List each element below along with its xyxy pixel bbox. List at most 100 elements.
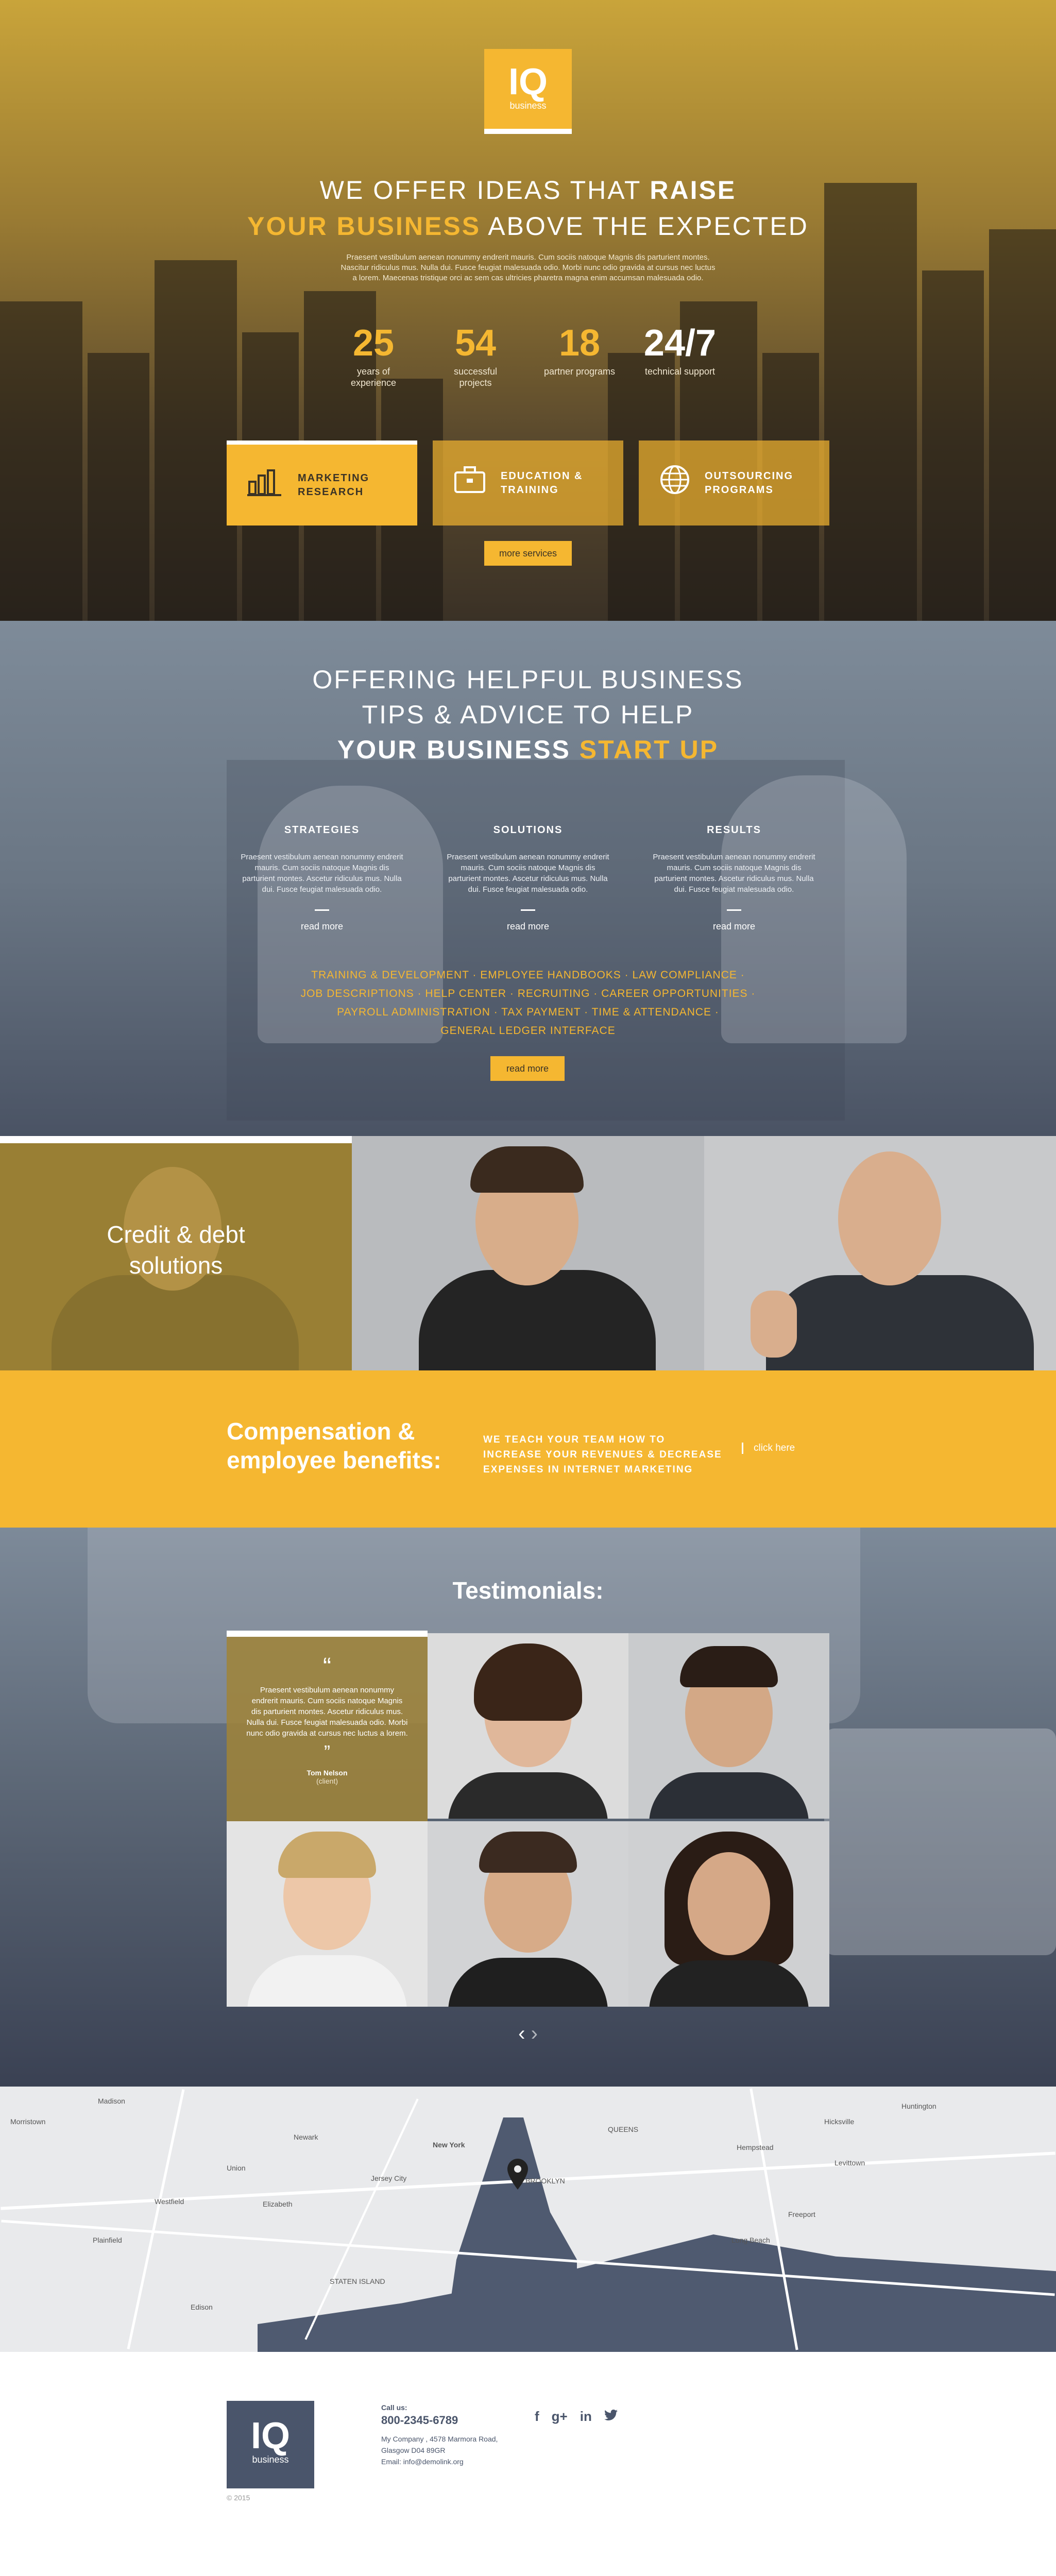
footer-logo[interactable]: IQ business [227,2401,314,2488]
divider [727,909,741,911]
stat-support: 24/7 technical support [643,323,717,377]
people-strip: Credit & debt solutions [0,1136,1056,1370]
read-more-link[interactable]: read more [240,921,404,932]
logo-mark: IQ [508,61,548,103]
social-links: f g+ in [535,2409,618,2425]
map-label: STATEN ISLAND [330,2277,385,2285]
testimonial-carousel-arrows[interactable]: ‹ › [510,2022,546,2045]
quote-text: Praesent vestibulum aenean nonummy endre… [246,1686,408,1738]
map-label: Plainfield [93,2236,122,2244]
more-services-button[interactable]: more services [484,541,572,566]
click-here-link[interactable]: click here [742,1443,795,1454]
hero-headline-line2: YOUR BUSINESS ABOVE THE EXPECTED [247,212,809,241]
map-pin-icon[interactable] [507,2159,528,2190]
chevron-left-icon[interactable]: ‹ [518,2022,525,2045]
column-text: Praesent vestibulum aenean nonummy endre… [653,853,815,894]
client-role: (client) [316,1777,338,1785]
column-title: SOLUTIONS [493,824,563,836]
map-label: BROOKLYN [525,2177,565,2185]
column-title: RESULTS [707,824,761,836]
advice-heading-line1: OFFERING HELPFUL BUSINESS [312,665,744,694]
address-line1: My Company , 4578 Marmora Road, [381,2435,498,2443]
map-label: Long Beach [731,2236,770,2244]
column-results: RESULTS Praesent vestibulum aenean nonum… [652,824,816,932]
divider [521,909,535,911]
stat-partners: 18 partner programs [543,323,616,377]
location-map[interactable]: Madison Newark Jersey City New York QUEE… [0,2087,1056,2352]
chevron-right-icon[interactable]: › [531,2022,538,2045]
logo-subtitle: business [509,100,547,111]
testimonial-photo-man-1[interactable] [628,1633,829,1819]
read-more-button[interactable]: read more [490,1056,565,1081]
copyright: © 2015 [227,2494,250,2502]
linkedin-icon[interactable]: in [580,2409,592,2425]
read-more-link[interactable]: read more [652,921,816,932]
map-label: QUEENS [608,2125,639,2133]
map-label: Hempstead [737,2143,774,2151]
map-label: Union [227,2164,246,2172]
service-education-training[interactable]: EDUCATION & TRAINING [433,440,623,526]
credit-title-line1: Credit & debt [107,1221,245,1248]
footer: IQ business © 2015 Call us: 800-2345-678… [0,2352,1056,2576]
service-label: MARKETING RESEARCH [298,472,370,498]
map-label: Huntington [901,2102,936,2110]
testimonial-photo-woman-3[interactable] [628,1821,829,2007]
map-label: Newark [294,2133,318,2141]
google-plus-icon[interactable]: g+ [552,2409,568,2425]
testimonial-photo-woman-1[interactable] [428,1633,628,1819]
service-links-row3[interactable]: PAYROLL ADMINISTRATION · TAX PAYMENT · T… [0,1003,1056,1022]
hero-intro-text: Praesent vestibulum aenean nonummy endre… [340,253,716,282]
map-label: Jersey City [371,2174,407,2182]
map-label: Freeport [788,2210,815,2218]
map-label: Westfield [155,2197,184,2206]
contact-info: Call us: 800-2345-6789 My Company , 4578… [381,2403,498,2467]
compensation-text: WE TEACH YOUR TEAM HOW TO INCREASE YOUR … [483,1434,722,1475]
testimonial-photo-woman-2[interactable] [227,1821,428,2007]
briefcase-icon [453,465,486,501]
service-links-row1[interactable]: TRAINING & DEVELOPMENT · EMPLOYEE HANDBO… [0,966,1056,985]
email-link[interactable]: Email: info@demolink.org [381,2456,498,2467]
service-outsourcing-programs[interactable]: OUTSOURCING PROGRAMS [639,440,829,526]
testimonial-photo-man-2[interactable] [428,1821,628,2007]
facebook-icon[interactable]: f [535,2409,539,2425]
logo-mark: IQ [250,2415,290,2456]
photo-man-smiling [352,1136,704,1370]
column-text: Praesent vestibulum aenean nonummy endre… [447,853,609,894]
map-label: Edison [191,2303,213,2311]
credit-title-line2: solutions [129,1252,223,1279]
map-label: Hicksville [824,2117,855,2126]
stat-projects: 54 successful projects [453,323,498,388]
map-label: Madison [98,2097,125,2105]
client-name: Tom Nelson [306,1769,348,1777]
column-title: STRATEGIES [284,824,360,836]
hero-section: IQ business WE OFFER IDEAS THAT RAISE YO… [0,0,1056,621]
bar-chart-icon [247,467,283,503]
map-label: Morristown [10,2117,46,2126]
service-links-row4[interactable]: GENERAL LEDGER INTERFACE [0,1022,1056,1040]
read-more-link[interactable]: read more [446,921,610,932]
map-label: Levittown [834,2159,865,2167]
photo-man-thumbs-up [704,1136,1056,1370]
column-strategies: STRATEGIES Praesent vestibulum aenean no… [240,824,404,932]
advice-heading-line2: TIPS & ADVICE TO HELP [362,700,694,729]
twitter-icon[interactable] [604,2409,618,2425]
site-logo[interactable]: IQ business [484,49,572,134]
column-solutions: SOLUTIONS Praesent vestibulum aenean non… [446,824,610,932]
logo-subtitle: business [252,2454,289,2465]
testimonials-title: Testimonials: [452,1577,604,1604]
service-label: OUTSOURCING PROGRAMS [705,470,793,496]
service-label: EDUCATION & TRAINING [501,470,583,496]
credit-debt-overlay[interactable]: Credit & debt solutions [0,1136,352,1370]
map-label: Elizabeth [263,2200,293,2208]
compensation-title: Compensation & employee benefits: [227,1418,441,1473]
phone-number[interactable]: 800-2345-6789 [381,2414,498,2427]
service-links-row2[interactable]: JOB DESCRIPTIONS · HELP CENTER · RECRUIT… [0,985,1056,1003]
quote-close-icon: ” [324,1741,330,1762]
service-marketing-research[interactable]: MARKETING RESEARCH [227,440,417,526]
call-label: Call us: [381,2403,407,2412]
map-label: New York [433,2141,465,2149]
column-text: Praesent vestibulum aenean nonummy endre… [241,853,403,894]
advice-heading-line3: YOUR BUSINESS START UP [337,735,719,764]
testimonials-section: Testimonials: “ Praesent vestibulum aene… [0,1528,1056,2087]
address-line2: Glasgow D04 89GR [381,2446,446,2454]
